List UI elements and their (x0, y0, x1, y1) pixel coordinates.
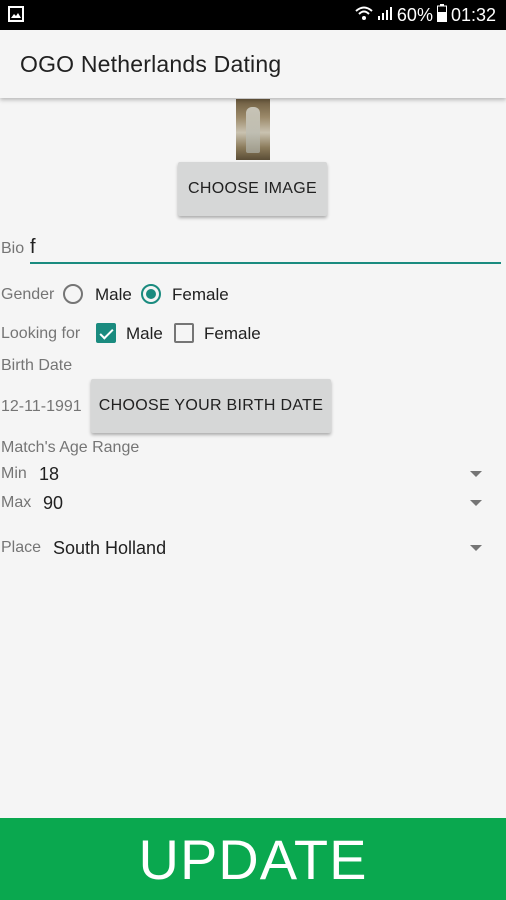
profile-image (236, 99, 270, 160)
choose-birth-date-button[interactable]: CHOOSE YOUR BIRTH DATE (91, 379, 331, 433)
status-bar: 60% 01:32 (0, 0, 506, 30)
min-age-value[interactable]: 18 (39, 464, 59, 485)
battery-percent: 60% (396, 4, 433, 25)
age-range-label: Match's Age Range (1, 439, 140, 456)
status-icons: 60% 01:32 (355, 3, 496, 27)
gender-female-label[interactable]: Female (172, 285, 229, 305)
max-age-value[interactable]: 90 (43, 493, 63, 514)
wifi-icon (355, 5, 373, 26)
app-bar: OGO Netherlands Dating (0, 30, 506, 98)
looking-for-label: Looking for (1, 325, 81, 342)
place-label: Place (1, 539, 42, 556)
battery-icon (436, 3, 447, 27)
looking-for-male-checkbox[interactable] (96, 323, 116, 343)
place-dropdown-icon[interactable] (470, 545, 482, 551)
gallery-notification-icon (8, 6, 24, 22)
looking-for-female-label[interactable]: Female (204, 324, 261, 344)
gender-male-label[interactable]: Male (95, 285, 132, 305)
gender-female-radio[interactable] (141, 284, 161, 304)
update-button[interactable]: UPDATE (0, 818, 506, 900)
gender-male-radio[interactable] (63, 284, 83, 304)
looking-for-female-checkbox[interactable] (174, 323, 194, 343)
choose-image-button[interactable]: CHOOSE IMAGE (178, 162, 327, 216)
bio-input[interactable] (30, 232, 501, 264)
looking-for-male-label[interactable]: Male (126, 324, 163, 344)
max-age-label: Max (1, 494, 32, 511)
bio-label: Bio (1, 240, 25, 257)
max-age-dropdown-icon[interactable] (470, 500, 482, 506)
min-age-dropdown-icon[interactable] (470, 471, 482, 477)
signal-icon (377, 5, 393, 26)
birth-date-label: Birth Date (1, 357, 73, 374)
app-title: OGO Netherlands Dating (20, 51, 282, 77)
birth-date-value: 12-11-1991 (1, 398, 82, 415)
place-value[interactable]: South Holland (53, 538, 166, 559)
clock: 01:32 (450, 4, 496, 25)
min-age-label: Min (1, 465, 27, 482)
gender-label: Gender (1, 286, 55, 303)
